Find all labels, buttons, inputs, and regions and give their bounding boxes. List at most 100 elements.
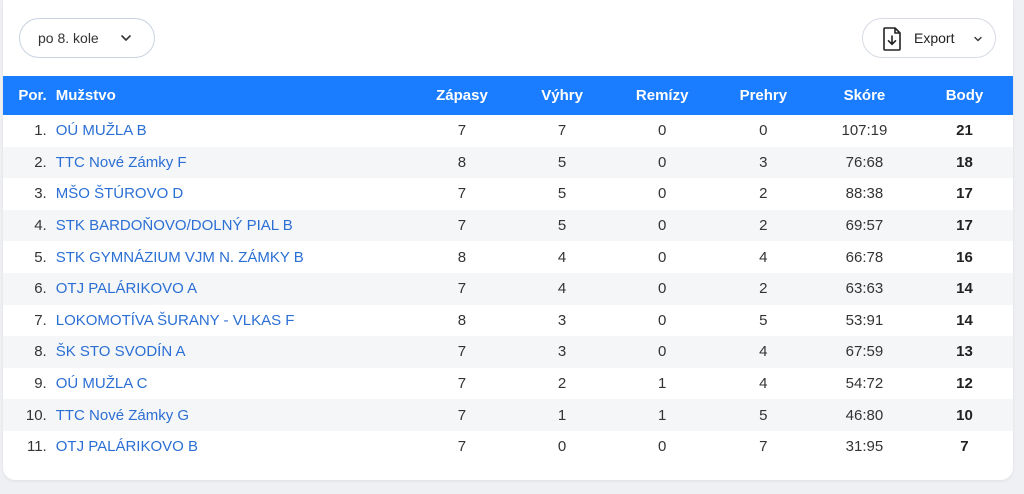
cell-score: 54:72	[845, 375, 884, 393]
row-pos: 4.	[34, 217, 47, 235]
cell-matches: 7	[457, 217, 467, 235]
cell-draws: 1	[658, 406, 667, 424]
team-link[interactable]: TTC Nové Zámky F	[47, 147, 411, 179]
file-download-icon	[883, 27, 901, 51]
cell-wins: 0	[557, 438, 567, 456]
table-row: 2. TTC Nové Zámky F 8 5 0 3 76:68 18	[3, 146, 1013, 179]
row-pos: 7.	[34, 311, 47, 329]
row-pos: 9.	[34, 375, 47, 393]
cell-points: 17	[956, 217, 973, 235]
cell-draws: 0	[658, 311, 667, 329]
cell-score: 67:59	[845, 343, 884, 361]
team-link[interactable]: TTC Nové Zámky G	[47, 399, 411, 431]
table-row: 9. OÚ MUŽLA C 7 2 1 4 54:72 12	[3, 368, 1013, 400]
cell-score: 88:38	[845, 185, 884, 203]
team-link[interactable]: OÚ MUŽLA B	[47, 115, 411, 147]
cell-wins: 5	[557, 217, 567, 235]
cell-points: 13	[956, 343, 973, 361]
cell-draws: 0	[658, 185, 667, 203]
cell-draws: 0	[658, 438, 667, 456]
row-pos: 5.	[34, 248, 47, 266]
row-pos: 10.	[25, 406, 47, 424]
team-link[interactable]: OTJ PALÁRIKOVO A	[47, 273, 411, 305]
table-row: 8. ŠK STO SVODÍN A 7 3 0 4 67:59 13	[3, 336, 1013, 368]
cell-matches: 8	[457, 311, 467, 329]
team-link[interactable]: STK BARDOŇOVO/DOLNÝ PIAL B	[47, 210, 411, 242]
table-row: 10. TTC Nové Zámky G 7 1 1 5 46:80 10	[3, 399, 1013, 431]
cell-draws: 0	[658, 343, 667, 361]
cell-matches: 7	[457, 122, 467, 140]
table-row: 11. OTJ PALÁRIKOVO B 7 0 0 7 31:95 7	[3, 431, 1013, 463]
row-pos: 1.	[34, 122, 47, 140]
cell-matches: 8	[457, 153, 467, 171]
cell-matches: 7	[457, 375, 467, 393]
cell-losses: 2	[759, 185, 768, 203]
round-select[interactable]: po 8. kole	[19, 18, 155, 58]
chevron-down-icon	[121, 35, 131, 41]
team-link[interactable]: OTJ PALÁRIKOVO B	[47, 431, 411, 463]
cell-score: 31:95	[845, 438, 884, 456]
header-matches: Zápasy	[436, 87, 488, 104]
cell-losses: 2	[759, 217, 768, 235]
export-label: Export	[914, 30, 955, 46]
cell-score: 69:57	[845, 217, 884, 235]
cell-losses: 3	[759, 153, 768, 171]
team-link[interactable]: LOKOMOTÍVA ŠURANY - VLKAS F	[47, 305, 411, 337]
cell-losses: 5	[759, 311, 768, 329]
cell-score: 107:19	[841, 122, 888, 140]
standings-table: Por. Mužstvo Zápasy Výhry Remízy Prehry …	[3, 76, 1013, 463]
export-button[interactable]: Export	[862, 18, 996, 58]
header-score: Skóre	[843, 87, 886, 104]
row-pos: 11.	[26, 438, 47, 456]
header-points: Body	[945, 87, 984, 104]
cell-wins: 4	[557, 280, 567, 298]
round-select-label: po 8. kole	[38, 30, 99, 46]
cell-points: 21	[956, 122, 973, 140]
cell-matches: 7	[457, 280, 467, 298]
cell-draws: 1	[658, 375, 667, 393]
header-draws: Remízy	[635, 87, 689, 104]
row-pos: 6.	[34, 280, 47, 298]
header-team: Mužstvo	[55, 87, 116, 104]
header-losses: Prehry	[739, 87, 788, 104]
cell-losses: 0	[759, 122, 768, 140]
chevron-down-icon	[974, 36, 982, 42]
cell-matches: 7	[457, 185, 467, 203]
row-pos: 8.	[34, 343, 47, 361]
cell-draws: 0	[658, 122, 667, 140]
cell-wins: 3	[557, 343, 567, 361]
cell-wins: 7	[557, 122, 567, 140]
cell-wins: 5	[557, 153, 567, 171]
cell-points: 17	[956, 185, 973, 203]
cell-points: 18	[956, 153, 973, 171]
team-link[interactable]: MŠO ŠTÚROVO D	[47, 178, 411, 210]
team-link[interactable]: ŠK STO SVODÍN A	[47, 336, 411, 368]
table-row: 4. STK BARDOŇOVO/DOLNÝ PIAL B 7 5 0 2 69:57 17	[3, 209, 1013, 242]
cell-points: 16	[956, 248, 973, 266]
team-link[interactable]: OÚ MUŽLA C	[47, 368, 411, 400]
cell-points: 12	[956, 375, 973, 393]
cell-points: 14	[956, 280, 973, 298]
cell-wins: 1	[557, 406, 567, 424]
cell-matches: 7	[457, 438, 467, 456]
cell-losses: 4	[759, 343, 768, 361]
cell-matches: 8	[457, 248, 467, 266]
cell-wins: 5	[557, 185, 567, 203]
cell-losses: 4	[759, 375, 768, 393]
row-pos: 3.	[34, 185, 47, 203]
cell-matches: 7	[457, 343, 467, 361]
table-row: 5. STK GYMNÁZIUM VJM N. ZÁMKY B 8 4 0 4 66:78 1…	[3, 241, 1013, 273]
team-link[interactable]: STK GYMNÁZIUM VJM N. ZÁMKY B	[47, 241, 411, 273]
cell-score: 63:63	[845, 280, 884, 298]
table-row: 3. MŠO ŠTÚROVO D 7 5 0 2 88:38 17	[3, 178, 1013, 210]
cell-draws: 0	[658, 280, 667, 298]
cell-points: 7	[960, 438, 969, 456]
table-header-row: Por. Mužstvo Zápasy Výhry Remízy Prehry …	[3, 76, 1013, 115]
standings-card: po 8. kole Export Por. Mužstvo Zápasy Vý…	[3, 0, 1013, 480]
cell-score: 66:78	[845, 248, 884, 266]
cell-wins: 3	[557, 311, 567, 329]
header-pos: Por.	[18, 87, 47, 104]
cell-losses: 7	[759, 438, 768, 456]
cell-draws: 0	[658, 153, 667, 171]
table-row: 6. OTJ PALÁRIKOVO A 7 4 0 2 63:63 14	[3, 272, 1013, 305]
